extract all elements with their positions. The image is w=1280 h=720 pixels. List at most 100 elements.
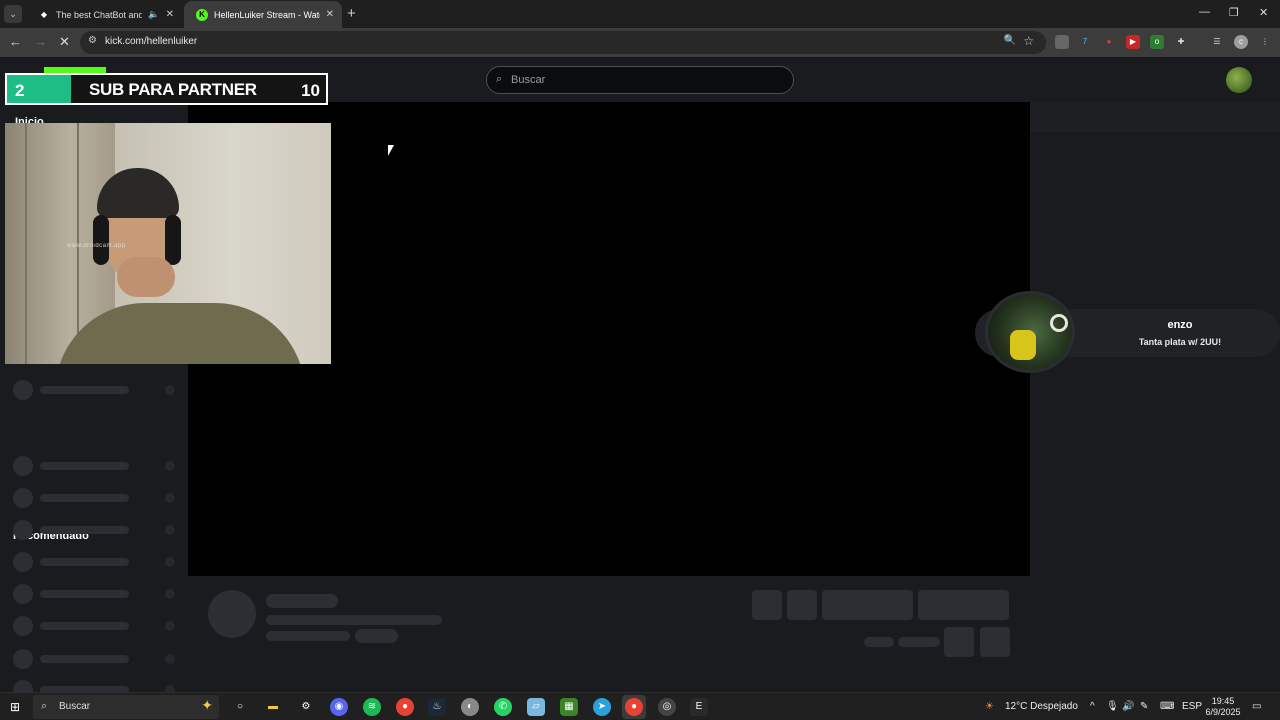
weather-text[interactable]: 12°C Despejado — [1005, 701, 1078, 712]
media-extension-icon[interactable]: ▶ — [1126, 35, 1140, 49]
tab-search-button[interactable]: ⌄ — [4, 5, 22, 23]
alert-username: enzo — [1167, 319, 1193, 331]
sidebar-skeleton-item — [13, 456, 175, 476]
minecraft-icon[interactable]: ▦ — [560, 698, 578, 716]
skeleton-line — [266, 615, 442, 625]
back-arrow-icon[interactable]: ← — [9, 34, 22, 49]
clock-time: 19:45 — [1211, 696, 1235, 706]
sidebar-skeleton-item — [13, 584, 175, 604]
sidebar-skeleton-item — [13, 488, 175, 508]
chatbot-favicon-icon: ◆ — [40, 10, 48, 19]
tray-expand-icon[interactable]: ^ — [1090, 701, 1095, 712]
sub-goal-bar: 2 SUB PARA PARTNER 10 — [5, 73, 328, 105]
webcam-overlay: www.droidcam.app — [5, 123, 331, 364]
address-bar[interactable]: ⚙ kick.com/hellenluiker 🔍 ☆ — [80, 31, 1046, 54]
tab-title: HellenLuiker Stream - Watch Li — [214, 9, 320, 20]
sidebar-skeleton-item — [13, 649, 175, 669]
epic-games-icon[interactable]: E — [690, 698, 708, 716]
microphone-icon[interactable]: 🎙 — [1106, 701, 1119, 712]
extension-icon[interactable] — [1055, 35, 1069, 49]
more-menu-icon[interactable]: ⋮ — [1258, 35, 1272, 49]
alert-avatar-ring — [1050, 314, 1068, 332]
skeleton-button — [787, 590, 817, 620]
whatsapp-icon[interactable]: ✆ — [494, 698, 512, 716]
skeleton-line — [864, 637, 894, 647]
user-avatar[interactable] — [1226, 67, 1252, 93]
skeleton-button — [918, 590, 1009, 620]
chrome-icon[interactable]: ● — [396, 698, 414, 716]
address-toolbar: ← → ✕ ⚙ kick.com/hellenluiker 🔍 ☆ 7 ● ▶ … — [0, 28, 1280, 57]
chat-panel-header — [1030, 102, 1280, 132]
volume-icon[interactable]: 🔊 — [1122, 701, 1134, 712]
sidebar-skeleton-item — [13, 520, 175, 540]
new-tab-button[interactable]: + — [347, 5, 356, 22]
kick-favicon-icon: K — [196, 8, 208, 21]
reading-list-icon[interactable]: ☰ — [1210, 35, 1224, 49]
webcam-watermark: www.droidcam.app — [67, 243, 126, 249]
search-highlight-icon: ✦ — [201, 697, 213, 713]
taskbar-search-placeholder: Buscar — [59, 701, 91, 712]
taskbar-clock[interactable]: 19:45 6/9/2025 — [1200, 696, 1246, 718]
keyboard-icon[interactable]: ⌨ — [1160, 701, 1174, 712]
translate-extension-icon[interactable]: 7 — [1078, 35, 1092, 49]
notifications-icon[interactable]: ▭ — [1252, 701, 1261, 712]
webcam-door-edge — [25, 123, 27, 364]
windows-start-icon[interactable]: ⊞ — [10, 700, 20, 714]
skeleton-button — [822, 590, 913, 620]
search-placeholder: Buscar — [511, 74, 546, 86]
skeleton-button — [980, 627, 1010, 657]
site-info-icon[interactable]: ⚙ — [88, 35, 97, 46]
spotify-icon[interactable]: ≋ — [363, 698, 381, 716]
minimize-icon[interactable]: — — [1199, 6, 1210, 18]
restore-icon[interactable]: ❐ — [1229, 6, 1239, 19]
skeleton-line — [898, 637, 940, 647]
obs-icon[interactable]: ◎ — [658, 698, 676, 716]
record-extension-icon[interactable]: ● — [1102, 35, 1116, 49]
skeleton-button — [944, 627, 974, 657]
file-explorer-icon[interactable]: ▬ — [264, 698, 282, 716]
bookmark-star-icon[interactable]: ☆ — [1023, 34, 1034, 48]
clock-date: 6/9/2025 — [1205, 707, 1241, 717]
profile-avatar-icon[interactable]: c — [1234, 35, 1248, 49]
sidebar-skeleton-item — [13, 552, 175, 572]
tab-chatbot[interactable]: ◆ The best ChatBot and Widg 🔈 ✕ — [26, 1, 182, 28]
taskbar-search-box[interactable]: ⌕ Buscar ✦ — [33, 695, 219, 719]
app-icon[interactable]: ◐ — [461, 698, 479, 716]
headphone-icon — [165, 215, 181, 265]
url-text[interactable]: kick.com/hellenluiker — [105, 36, 197, 47]
site-search-input[interactable]: ⌕ Buscar — [486, 66, 794, 94]
close-tab-icon[interactable]: ✕ — [326, 9, 334, 20]
close-tab-icon[interactable]: ✕ — [166, 9, 174, 20]
off-extension-icon[interactable]: o — [1150, 35, 1164, 49]
discord-icon[interactable]: ◉ — [330, 698, 348, 716]
pen-icon[interactable]: ✎ — [1140, 701, 1148, 712]
steam-icon[interactable]: ♨ — [428, 698, 446, 716]
weather-icon: ☀ — [985, 701, 994, 712]
forward-arrow-icon[interactable]: → — [34, 34, 47, 49]
sub-goal-current: 2 — [15, 81, 25, 100]
streamer-avatar-placeholder — [208, 590, 256, 638]
search-icon: ⌕ — [41, 700, 48, 712]
sub-goal-target: 10 — [301, 81, 320, 100]
skeleton-line — [266, 631, 350, 641]
settings-gear-icon[interactable]: ⚙ — [297, 698, 315, 716]
notes-app-icon[interactable]: ▱ — [527, 698, 545, 716]
tab-kick-stream[interactable]: K HellenLuiker Stream - Watch Li ✕ — [184, 1, 342, 28]
close-window-icon[interactable]: ✕ — [1259, 6, 1268, 19]
stop-loading-icon[interactable]: ✕ — [59, 34, 70, 50]
language-indicator[interactable]: ESP — [1182, 701, 1202, 712]
extensions-puzzle-icon[interactable]: ✚ — [1174, 35, 1188, 49]
webcam-person-hand — [117, 257, 175, 297]
browser-tab-strip: ⌄ ◆ The best ChatBot and Widg 🔈 ✕ K Hell… — [0, 0, 1280, 28]
alert-message: Tanta plata w/ 2UU! — [1138, 337, 1222, 347]
telegram-icon[interactable]: ➤ — [593, 698, 611, 716]
skeleton-line — [266, 594, 338, 608]
tab-title: The best ChatBot and Widg — [56, 9, 143, 20]
speaker-icon[interactable]: 🔈 — [148, 9, 159, 20]
cortana-icon[interactable]: ○ — [231, 698, 249, 716]
chrome-active-icon[interactable]: ● — [625, 698, 643, 716]
search-icon: ⌕ — [496, 73, 503, 85]
headphone-icon — [93, 215, 109, 265]
skeleton-tag — [355, 629, 398, 643]
zoom-icon[interactable]: 🔍 — [1004, 35, 1016, 46]
